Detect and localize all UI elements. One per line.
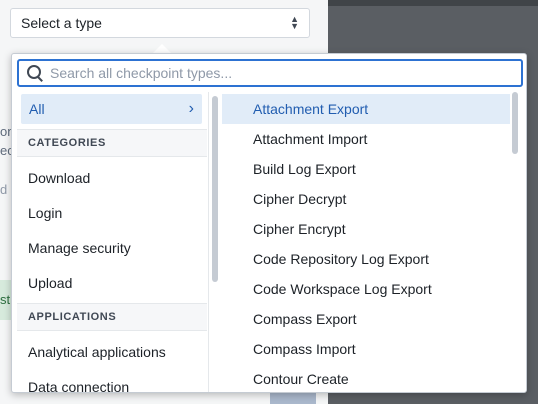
checkpoint-type-item[interactable]: Cipher Encrypt [222, 214, 510, 244]
type-select[interactable]: Select a type ▲ ▼ [10, 8, 310, 38]
checkpoint-type-item[interactable]: Code Workspace Log Export [222, 274, 510, 304]
search-icon [26, 64, 44, 82]
categories-header: CATEGORIES [17, 129, 207, 157]
category-list-scrollbar[interactable] [212, 96, 218, 282]
application-analytical-applications[interactable]: Analytical applications [28, 342, 166, 362]
checkpoint-type-item[interactable]: Contour Create [222, 364, 510, 392]
checkpoint-type-item[interactable]: Cipher Decrypt [222, 184, 510, 214]
search-field[interactable] [17, 59, 523, 87]
checkpoint-type-item[interactable]: Code Repository Log Export [222, 244, 510, 274]
double-caret-icon: ▲ ▼ [290, 14, 299, 31]
checkpoint-type-list: Attachment Export Attachment Import Buil… [220, 92, 510, 392]
category-all[interactable]: All › [21, 94, 202, 124]
category-manage-security[interactable]: Manage security [28, 238, 131, 258]
application-data-connection[interactable]: Data connection [28, 377, 129, 392]
applications-header: APPLICATIONS [17, 303, 207, 331]
background-top-bar [328, 0, 538, 6]
checkpoint-type-item[interactable]: Attachment Import [222, 124, 510, 154]
checkpoint-type-list-scrollbar[interactable] [512, 92, 518, 154]
chevron-right-icon: › [188, 100, 194, 117]
checkpoint-type-item[interactable]: Attachment Export [222, 94, 510, 124]
type-select-label: Select a type [21, 15, 102, 31]
background-primary-button [270, 392, 316, 404]
category-all-label: All [29, 101, 45, 117]
checkpoint-type-popover: All › CATEGORIES Download Login Manage s… [11, 53, 527, 393]
checkpoint-type-item[interactable]: Build Log Export [222, 154, 510, 184]
category-download[interactable]: Download [28, 168, 90, 188]
checkpoint-type-item[interactable]: Compass Import [222, 334, 510, 364]
search-input[interactable] [50, 65, 521, 81]
category-login[interactable]: Login [28, 203, 62, 223]
checkpoint-type-item[interactable]: Compass Export [222, 304, 510, 334]
category-list: All › CATEGORIES Download Login Manage s… [12, 92, 209, 392]
category-upload[interactable]: Upload [28, 273, 72, 293]
